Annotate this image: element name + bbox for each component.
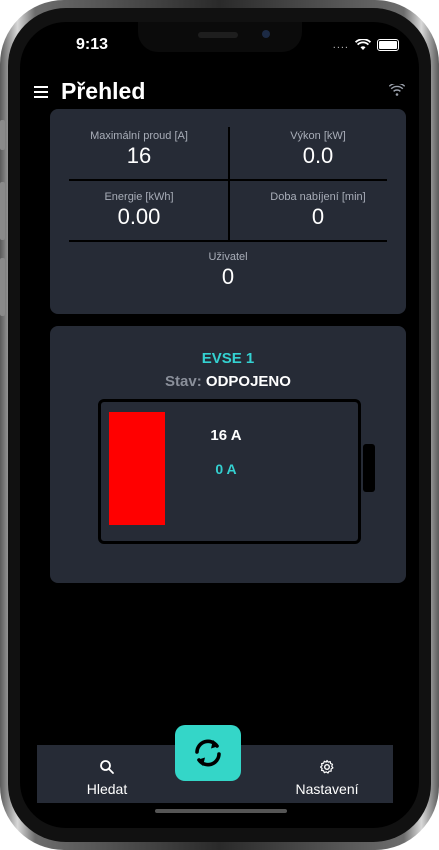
divider — [69, 240, 387, 242]
side-button — [0, 258, 5, 316]
charge-battery-graphic: 16 A 0 A — [98, 399, 361, 544]
connection-icon — [389, 84, 405, 96]
charge-time-value: 0 — [311, 204, 325, 229]
status-icons: .... — [333, 39, 399, 51]
screen: 9:13 .... Přehled Maximální proud [A] 16… — [20, 22, 419, 828]
tab-search-label: Hledat — [86, 781, 128, 797]
side-button — [0, 120, 5, 150]
speaker — [198, 32, 238, 38]
max-current-label: Maximální proud [A] — [90, 130, 188, 142]
signal-dots: .... — [332, 39, 349, 51]
menu-icon[interactable] — [34, 86, 48, 98]
user-label: Uživatel — [208, 251, 248, 263]
battery-terminal — [363, 444, 375, 492]
tab-search[interactable]: Hledat — [47, 745, 167, 803]
charge-time-label: Doba nabíjení [min] — [270, 191, 366, 203]
state-value: ODPOJENO — [205, 373, 291, 390]
power-value: 0.0 — [302, 143, 334, 168]
refresh-icon — [195, 739, 221, 767]
charge-time-cell: Doba nabíjení [min] 0 — [230, 191, 406, 230]
battery-status-icon — [377, 39, 399, 51]
status-time: 9:13 — [76, 36, 109, 53]
tab-settings-label: Nastavení — [295, 781, 359, 797]
power-cell: Výkon [kW] 0.0 — [230, 130, 406, 169]
page-title: Přehled — [61, 78, 146, 104]
notch — [138, 22, 302, 52]
energy-cell: Energie [kWh] 0.00 — [50, 191, 228, 230]
evse-state: Stav: ODPOJENO — [50, 373, 406, 390]
side-button — [0, 182, 5, 240]
charge-level-fill — [109, 412, 165, 525]
wifi-icon — [355, 39, 371, 50]
divider — [228, 127, 230, 240]
max-current-cell: Maximální proud [A] 16 — [50, 130, 228, 169]
evse-card: EVSE 1 Stav: ODPOJENO 16 A 0 A — [50, 326, 406, 583]
evse-name: EVSE 1 — [201, 350, 255, 367]
refresh-button[interactable] — [175, 725, 241, 781]
front-camera — [262, 30, 270, 38]
energy-value: 0.00 — [117, 204, 161, 229]
phone-frame: 9:13 .... Přehled Maximální proud [A] 16… — [0, 0, 439, 850]
search-icon — [100, 760, 114, 774]
power-label: Výkon [kW] — [290, 130, 346, 142]
user-value: 0 — [221, 264, 235, 289]
gear-icon — [320, 759, 334, 774]
energy-label: Energie [kWh] — [104, 191, 174, 203]
state-label: Stav: — [165, 373, 202, 390]
max-amps-label: 16 A — [210, 427, 242, 444]
current-amps-label: 0 A — [215, 461, 237, 477]
home-indicator[interactable] — [155, 809, 287, 813]
tab-settings[interactable]: Nastavení — [267, 745, 387, 803]
max-current-value: 16 — [126, 143, 152, 168]
user-cell: Uživatel 0 — [50, 251, 406, 290]
overview-card: Maximální proud [A] 16 Výkon [kW] 0.0 En… — [50, 109, 406, 314]
app-header: Přehled — [20, 74, 419, 110]
